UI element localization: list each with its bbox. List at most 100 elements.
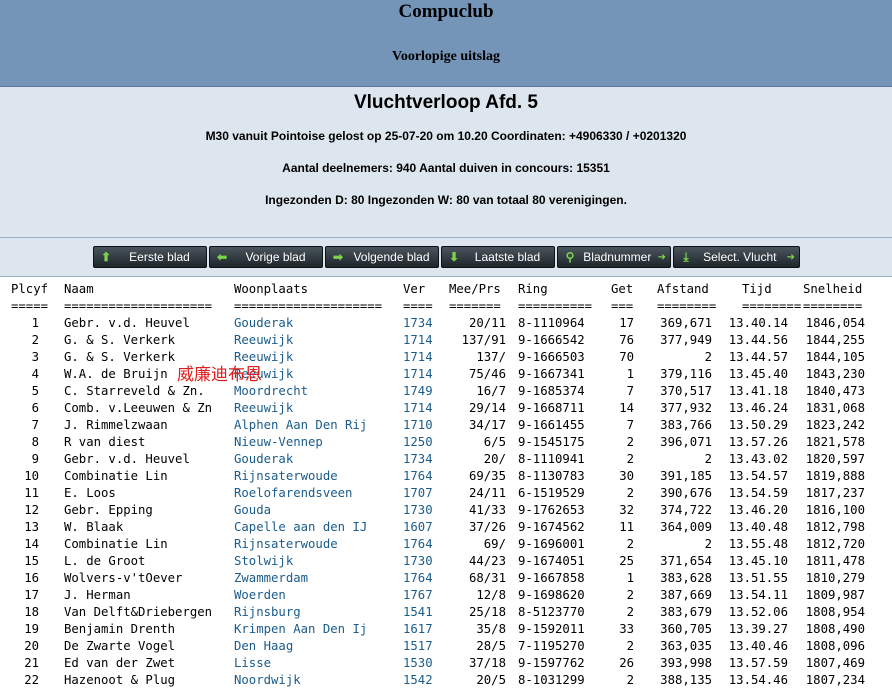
first-page-button[interactable]: ⬆ Eerste blad — [93, 246, 207, 268]
table-row: 8 R van diest Nieuw-Vennep 1250 6/5 9-1545175… — [0, 434, 892, 451]
cell-distance: 360,705 — [660, 622, 712, 636]
cell-city[interactable]: Rijnsaterwoude — [234, 536, 404, 553]
cell-club[interactable]: 1530 — [403, 655, 439, 672]
cell-club[interactable]: 1714 — [403, 332, 439, 349]
cell-city[interactable]: Reeuwijk — [234, 400, 404, 417]
column-header: Ring — [518, 282, 548, 296]
cell-club[interactable]: 1250 — [403, 434, 439, 451]
cell-distance: 396,071 — [660, 435, 712, 449]
table-row: 6 Comb. v.Leeuwen & Zn Reeuwijk 1714 29/14 9-… — [0, 400, 892, 417]
cell-time: 13.54.59 — [728, 486, 788, 500]
cell-distance: 2 — [704, 452, 712, 466]
cell-ring: 8-1110964 — [518, 316, 585, 330]
cell-time: 13.52.06 — [728, 605, 788, 619]
cell-speed: 1808,096 — [805, 639, 865, 653]
cell-distance: 363,035 — [660, 639, 712, 653]
cell-time: 13.44.57 — [728, 350, 788, 364]
cell-count: 17 — [619, 316, 634, 330]
cell-city[interactable]: Reeuwijk — [234, 332, 404, 349]
cell-club[interactable]: 1749 — [403, 383, 439, 400]
flight-info: Vluchtverloop Afd. 5 M30 vanuit Pointois… — [0, 87, 892, 238]
cell-place: 9 — [31, 452, 39, 466]
cell-distance: 383,628 — [660, 571, 712, 585]
cell-name: Wolvers-v'tOever — [64, 571, 183, 585]
cell-club[interactable]: 1764 — [403, 468, 439, 485]
arrow-up-icon: ⬆ — [100, 250, 112, 264]
cell-distance: 383,679 — [660, 605, 712, 619]
cell-name: Combinatie Lin — [64, 537, 168, 551]
cell-entries: 37/26 — [468, 520, 506, 534]
cell-city[interactable]: Roelofarendsveen — [234, 485, 404, 502]
cell-city[interactable]: Rijnsburg — [234, 604, 404, 621]
cell-count: 25 — [619, 554, 634, 568]
cell-city[interactable]: Noordwijk — [234, 672, 404, 689]
cell-speed: 1810,279 — [805, 571, 865, 585]
cell-place: 20 — [24, 639, 39, 653]
table-row: 15 L. de Groot Stolwijk 1730 44/23 9-1674051 2… — [0, 553, 892, 570]
table-row: 14 Combinatie Lin Rijnsaterwoude 1764 69/9-1… — [0, 536, 892, 553]
cell-time: 13.44.56 — [728, 333, 788, 347]
cell-distance: 371,654 — [660, 554, 712, 568]
cell-club[interactable]: 1734 — [403, 315, 439, 332]
cell-club[interactable]: 1767 — [403, 587, 439, 604]
select-flight-button[interactable]: ⤓ Select. Vlucht ➜ — [673, 246, 800, 268]
cell-time: 13.54.46 — [728, 673, 788, 687]
cell-club[interactable]: 1714 — [403, 366, 439, 383]
cell-club[interactable]: 1517 — [403, 638, 439, 655]
cell-speed: 1840,473 — [805, 384, 865, 398]
cell-place: 18 — [24, 605, 39, 619]
cell-distance: 370,517 — [660, 384, 712, 398]
cell-name: Gebr. Epping — [64, 503, 153, 517]
cell-ring: 8-1031299 — [518, 673, 585, 687]
table-row: 9 Gebr. v.d. Heuvel Gouderak 1734 20/8-11109… — [0, 451, 892, 468]
navigation-bar: ⬆ Eerste blad ⬅ Vorige blad ➡ Volgende b… — [0, 238, 892, 277]
cell-entries: 75/46 — [468, 367, 506, 381]
cell-city[interactable]: Gouderak — [234, 451, 404, 468]
cell-place: 21 — [24, 656, 39, 670]
cell-club[interactable]: 1764 — [403, 570, 439, 587]
cell-city[interactable]: Capelle aan den IJ — [234, 519, 404, 536]
cell-club[interactable]: 1707 — [403, 485, 439, 502]
cell-city[interactable]: Lisse — [234, 655, 404, 672]
cell-club[interactable]: 1542 — [403, 672, 439, 689]
cell-city[interactable]: Alphen Aan Den Rij — [234, 417, 404, 434]
cell-club[interactable]: 1730 — [403, 502, 439, 519]
cell-city[interactable]: Gouderak — [234, 315, 404, 332]
flight-title: Vluchtverloop Afd. 5 — [353, 92, 539, 113]
cell-city[interactable]: Den Haag — [234, 638, 404, 655]
cell-count: 26 — [619, 656, 634, 670]
cell-city[interactable]: Rijnsaterwoude — [234, 468, 404, 485]
cell-club[interactable]: 1607 — [403, 519, 439, 536]
cell-ring: 8-1130783 — [518, 469, 585, 483]
previous-page-button[interactable]: ⬅ Vorige blad — [209, 246, 323, 268]
last-page-button[interactable]: ⬇ Laatste blad — [441, 246, 555, 268]
cell-ring: 8-5123770 — [518, 605, 585, 619]
cell-city[interactable]: Krimpen Aan Den Ij — [234, 621, 404, 638]
cell-city[interactable]: Nieuw-Vennep — [234, 434, 404, 451]
cell-place: 4 — [31, 367, 39, 381]
cell-city[interactable]: Gouda — [234, 502, 404, 519]
cell-club[interactable]: 1541 — [403, 604, 439, 621]
cell-club[interactable]: 1764 — [403, 536, 439, 553]
cell-city[interactable]: Stolwijk — [234, 553, 404, 570]
cell-club[interactable]: 1617 — [403, 621, 439, 638]
table-row: 4 W.A. de Bruijn Reeuwijk 1714 75/46 9-166734… — [0, 366, 892, 383]
cell-time: 13.57.59 — [728, 656, 788, 670]
cell-city[interactable]: Zwammerdam — [234, 570, 404, 587]
cell-name: L. de Groot — [64, 554, 146, 568]
column-header: Ver — [403, 282, 426, 296]
cell-entries: 28/5 — [476, 639, 506, 653]
cell-place: 15 — [24, 554, 39, 568]
cell-name: Gebr. v.d. Heuvel — [64, 452, 190, 466]
cell-club[interactable]: 1714 — [403, 400, 439, 417]
next-page-button[interactable]: ➡ Volgende blad — [325, 246, 439, 268]
cell-club[interactable]: 1734 — [403, 451, 439, 468]
cell-club[interactable]: 1710 — [403, 417, 439, 434]
page-number-button[interactable]: ⚲ Bladnummer ➜ — [557, 246, 671, 268]
cell-club[interactable]: 1714 — [403, 349, 439, 366]
cell-city[interactable]: Moordrecht — [234, 383, 404, 400]
cell-club[interactable]: 1730 — [403, 553, 439, 570]
table-row: 20 De Zwarte Vogel Den Haag 1517 28/5 7-11952… — [0, 638, 892, 655]
cell-city[interactable]: Woerden — [234, 587, 404, 604]
column-header: ======== — [657, 299, 717, 313]
